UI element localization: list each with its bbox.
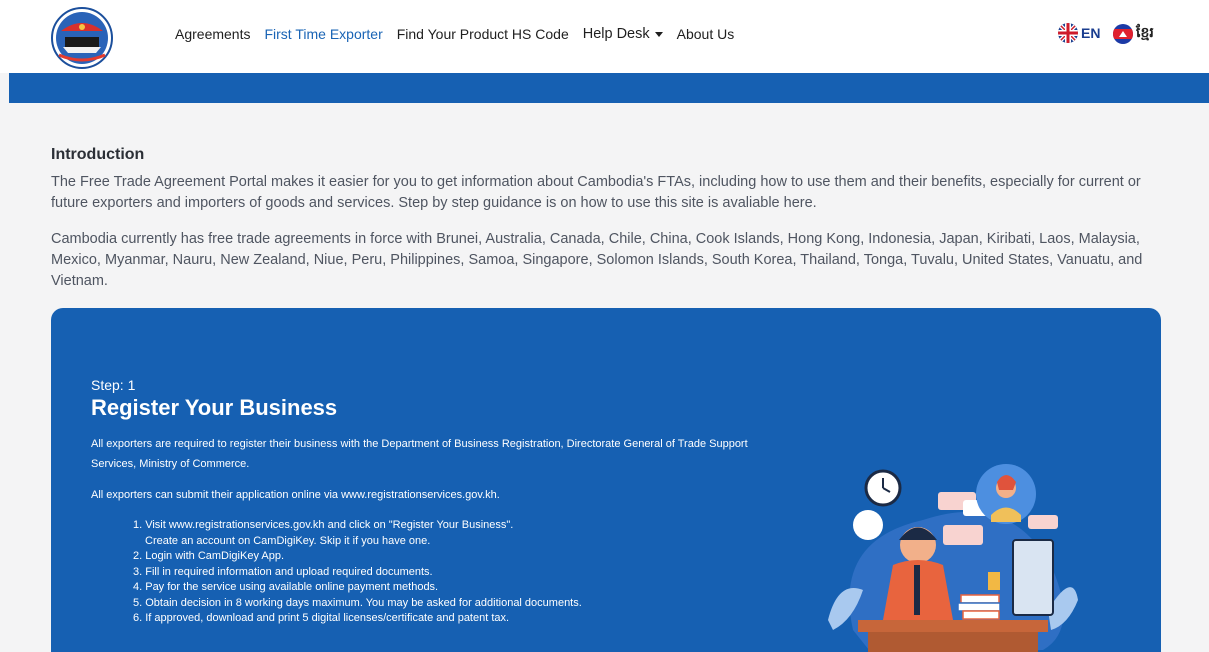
lang-en-button[interactable]: EN [1058,23,1100,43]
step-label: Step: 1 [91,377,136,393]
uk-flag-icon [1058,23,1078,43]
step-list-item: Create an account on CamDigiKey. Skip it… [145,534,431,547]
nav-help-desk-label: Help Desk [582,26,650,42]
hero-band [9,73,1209,103]
cambodia-flag-icon [1113,23,1133,44]
intro-heading: Introduction [51,146,145,163]
nav-find-hs-code[interactable]: Find Your Product HS Code [397,26,569,42]
nav-help-desk[interactable]: Help Desk [583,26,663,42]
lang-kh-label: ខ្មែរ [1136,24,1154,40]
navbar: Agreements First Time Exporter Find Your… [0,0,1209,73]
main-nav: Agreements First Time Exporter Find Your… [175,26,748,42]
intro-paragraph-1: The Free Trade Agreement Portal makes it… [51,174,1141,211]
step-title: Register Your Business [91,395,338,420]
step-instructions: 1. Visit www.registrationservices.gov.kh… [133,518,582,627]
step-list-item: 4. Pay for the service using available o… [133,581,439,593]
step-card: Step: 1 Register Your Business All expor… [51,308,1161,652]
ministry-logo-icon[interactable] [51,7,113,69]
intro-paragraph-2: Cambodia currently has free trade agreem… [51,231,1143,289]
chevron-down-icon [654,31,663,37]
nav-first-time-exporter[interactable]: First Time Exporter [264,26,382,42]
call-center-illustration [828,464,1078,652]
step-list-item: 3. Fill in required information and uplo… [133,565,433,578]
step-list-item: 6. If approved, download and print 5 dig… [133,612,510,624]
lang-kh-button[interactable]: ខ្មែរ [1113,23,1154,44]
step-list-item: 1. Visit www.registrationservices.gov.kh… [133,519,514,531]
step-list-item: 2. Login with CamDigiKey App. [133,550,285,562]
step-description: All exporters are required to register t… [91,438,748,470]
step-list-item: 5. Obtain decision in 8 working days max… [133,596,582,609]
nav-agreements[interactable]: Agreements [175,26,250,42]
step-online-note: All exporters can submit their applicati… [91,489,500,501]
nav-about-us[interactable]: About Us [677,26,735,42]
lang-en-label: EN [1081,25,1101,41]
